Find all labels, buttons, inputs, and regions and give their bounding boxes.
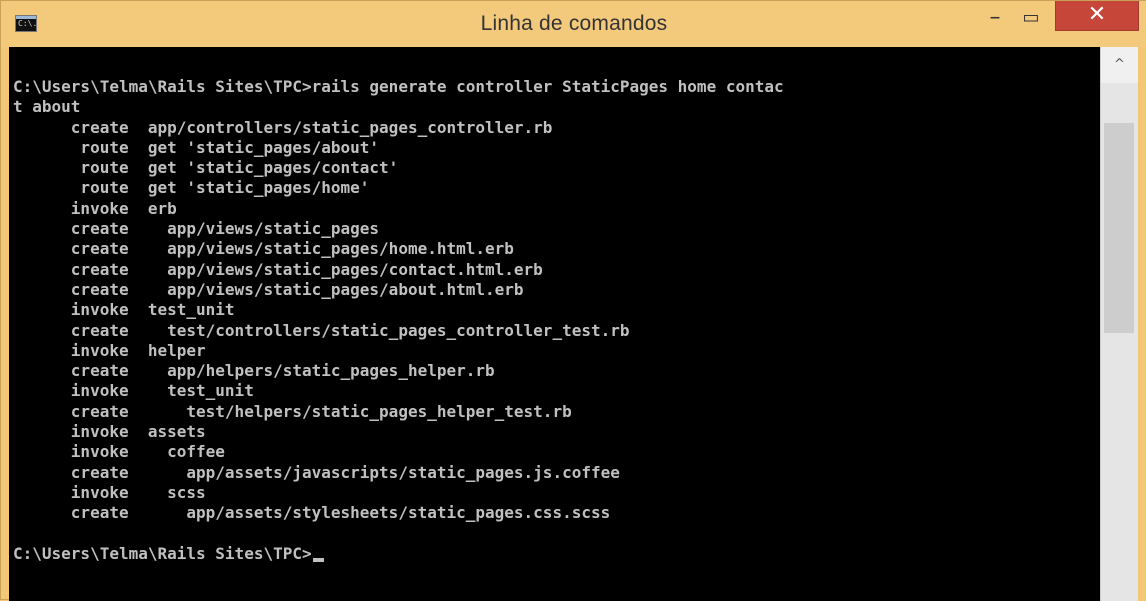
console-line: invoke erb bbox=[13, 198, 177, 218]
console-line: route get 'static_pages/home' bbox=[13, 178, 370, 198]
console-line: route get 'static_pages/contact' bbox=[13, 158, 399, 178]
console-line: invoke assets bbox=[13, 422, 206, 442]
scroll-thumb[interactable] bbox=[1104, 123, 1134, 333]
console-line: invoke coffee bbox=[13, 442, 225, 462]
scroll-track[interactable] bbox=[1100, 83, 1138, 601]
console-line: t about bbox=[13, 97, 81, 117]
minimize-button[interactable]: – bbox=[977, 7, 1013, 35]
console-line: create app/views/static_pages/home.html.… bbox=[13, 239, 514, 259]
console-line: create app/helpers/static_pages_helper.r… bbox=[13, 361, 495, 381]
console-line: route get 'static_pages/about' bbox=[13, 137, 380, 157]
console-line: create app/views/static_pages/contact.ht… bbox=[13, 259, 543, 279]
console-line: invoke scss bbox=[13, 482, 206, 502]
console-text: C:\Users\Telma\Rails Sites\TPC>rails gen… bbox=[13, 77, 784, 564]
console-output-area[interactable]: C:\Users\Telma\Rails Sites\TPC>rails gen… bbox=[9, 47, 1100, 601]
vertical-scrollbar[interactable]: ^ bbox=[1100, 47, 1146, 601]
maximize-button[interactable]: ▭ bbox=[1013, 7, 1049, 35]
console-line: invoke helper bbox=[13, 340, 206, 360]
scroll-up-arrow-icon[interactable]: ^ bbox=[1100, 47, 1138, 83]
title-bar[interactable]: C:\. Linha de comandos – ▭ ✕ bbox=[1, 1, 1146, 47]
console-line: invoke test_unit bbox=[13, 381, 254, 401]
window-title: Linha de comandos bbox=[480, 12, 668, 35]
console-line: C:\Users\Telma\Rails Sites\TPC> bbox=[13, 543, 312, 563]
console-line: create app/controllers/static_pages_cont… bbox=[13, 117, 553, 137]
console-line: create test/controllers/static_pages_con… bbox=[13, 320, 630, 340]
text-cursor bbox=[312, 557, 324, 562]
console-line: create app/assets/javascripts/static_pag… bbox=[13, 462, 620, 482]
console-line: C:\Users\Telma\Rails Sites\TPC>rails gen… bbox=[13, 77, 784, 96]
console-line: invoke test_unit bbox=[13, 300, 235, 320]
console-line: create app/views/static_pages/about.html… bbox=[13, 279, 524, 299]
close-button[interactable]: ✕ bbox=[1055, 1, 1139, 31]
console-line: create app/views/static_pages bbox=[13, 219, 380, 239]
command-prompt-window: C:\. Linha de comandos – ▭ ✕ C:\Users\Te… bbox=[0, 0, 1146, 601]
console-line: create app/assets/stylesheets/static_pag… bbox=[13, 503, 611, 523]
console-line: create test/helpers/static_pages_helper_… bbox=[13, 401, 572, 421]
